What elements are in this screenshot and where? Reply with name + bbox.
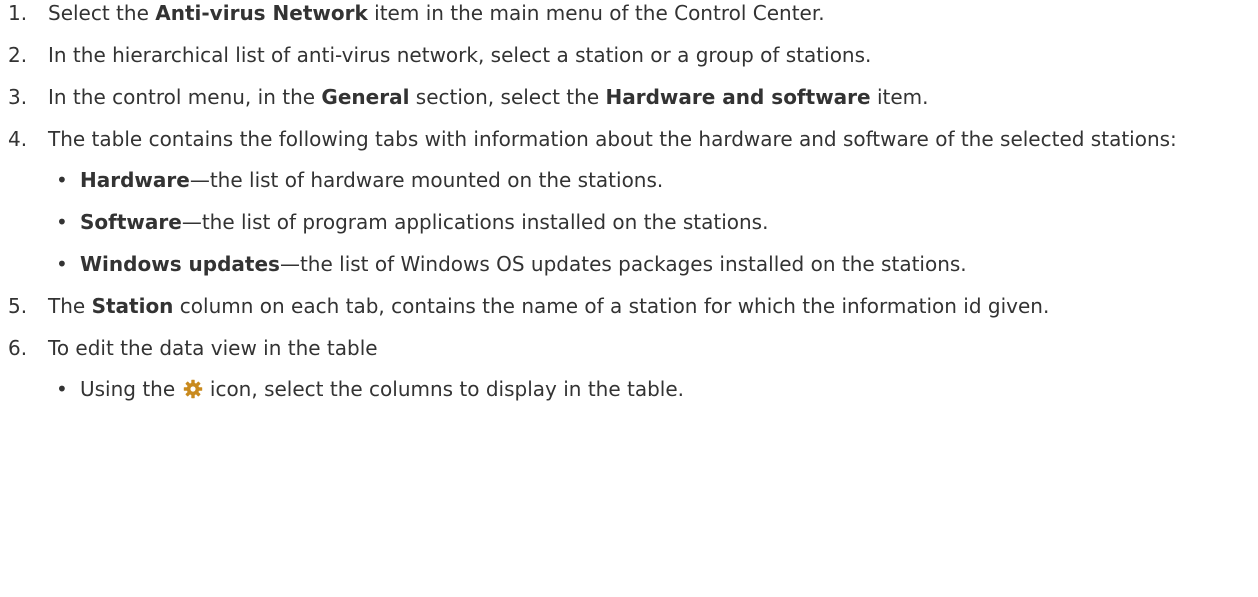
menu-item-anti-virus-network: Anti-virus Network — [155, 1, 368, 25]
text-run: Using the — [80, 377, 182, 401]
bullet-description: —the list of program applications instal… — [181, 210, 769, 234]
bullet-dot: • — [56, 168, 68, 192]
text-run: In the control menu, in the — [48, 85, 322, 109]
text-run: column on each tab, contains the name of… — [173, 294, 1050, 318]
item-hardware-and-software: Hardware and software — [605, 85, 871, 109]
step-4: 4. The table contains the following tabs… — [0, 126, 1252, 278]
step-6: 6. To edit the data view in the table • … — [0, 335, 1252, 403]
bullet-dot: • — [56, 210, 68, 234]
tab-list: • Hardware—the list of hardware mounted … — [48, 167, 1252, 278]
step-number: 3. — [8, 85, 28, 109]
tab-name-hardware: Hardware — [80, 168, 190, 192]
bullet-description: —the list of Windows OS updates packages… — [279, 252, 967, 276]
tab-name-software: Software — [80, 210, 182, 234]
step-1: 1. Select the Anti-virus Network item in… — [0, 0, 1252, 27]
step-2: 2. In the hierarchical list of anti-viru… — [0, 42, 1252, 69]
instruction-steps: 1. Select the Anti-virus Network item in… — [0, 0, 1252, 418]
step-text: In the control menu, in the General sect… — [48, 85, 929, 109]
step-text: Select the Anti-virus Network item in th… — [48, 1, 825, 25]
step-text: To edit the data view in the table — [48, 336, 378, 360]
text-run: item. — [870, 85, 929, 109]
text-run: icon, select the columns to display in t… — [203, 377, 685, 401]
step-5: 5. The Station column on each tab, conta… — [0, 293, 1252, 320]
step-number: 6. — [8, 336, 28, 360]
text-run: item in the main menu of the Control Cen… — [367, 1, 825, 25]
step-number: 4. — [8, 127, 28, 151]
text-run: section, select the — [409, 85, 606, 109]
bullet-hardware: • Hardware—the list of hardware mounted … — [48, 167, 1252, 194]
step-number: 2. — [8, 43, 28, 67]
step-3: 3. In the control menu, in the General s… — [0, 84, 1252, 111]
bullet-dot: • — [56, 377, 68, 401]
edit-view-list: • Using the icon, select the columns to … — [48, 376, 1252, 403]
bullet-columns-settings: • Using the icon, select the columns to … — [48, 376, 1252, 403]
tab-name-windows-updates: Windows updates — [80, 252, 280, 276]
column-station: Station — [91, 294, 174, 318]
step-number: 1. — [8, 1, 28, 25]
gear-icon — [183, 379, 203, 399]
bullet-dot: • — [56, 252, 68, 276]
step-number: 5. — [8, 294, 28, 318]
bullet-software: • Software—the list of program applicati… — [48, 209, 1252, 236]
step-text: In the hierarchical list of anti-virus n… — [48, 43, 872, 67]
section-general: General — [321, 85, 410, 109]
text-run: Select the — [48, 1, 156, 25]
text-run: The — [48, 294, 92, 318]
step-text: The Station column on each tab, contains… — [48, 294, 1049, 318]
bullet-description: —the list of hardware mounted on the sta… — [189, 168, 664, 192]
bullet-windows-updates: • Windows updates—the list of Windows OS… — [48, 251, 1252, 278]
step-text: The table contains the following tabs wi… — [48, 127, 1177, 151]
